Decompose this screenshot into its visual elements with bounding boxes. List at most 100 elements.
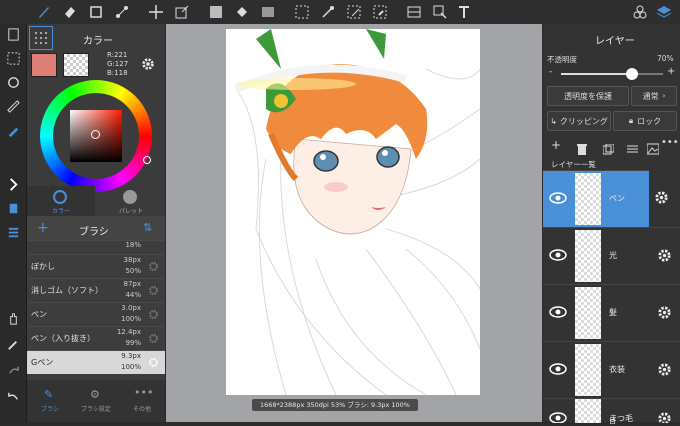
layer-settings-gear-icon[interactable] [657, 411, 672, 423]
brush-gear-icon[interactable] [148, 309, 159, 320]
layer-image-icon[interactable] [646, 140, 660, 155]
visibility-eye-icon[interactable] [549, 191, 567, 205]
fill-color-icon[interactable] [206, 2, 226, 22]
brush-row[interactable]: 消しゴム（ソフト） 87px 44% [27, 278, 165, 302]
rgb-green: G:127 [107, 60, 129, 68]
opacity-slider-knob[interactable] [626, 68, 639, 80]
layer-thumbnail [575, 173, 601, 225]
duplicate-layer-icon[interactable] [602, 140, 615, 155]
brush-partial-opacity: 18% [125, 241, 141, 249]
rotate-icon[interactable] [3, 72, 23, 92]
layer-row[interactable]: 髪 [543, 284, 680, 341]
layer-settings-gear-icon[interactable] [657, 248, 672, 263]
select-all-icon[interactable] [3, 48, 23, 68]
layer-settings-gear-icon[interactable] [657, 305, 672, 320]
materials-icon[interactable] [630, 2, 650, 22]
frame-divide-icon[interactable] [404, 2, 424, 22]
select-pen-icon[interactable] [344, 2, 364, 22]
visibility-eye-icon[interactable] [549, 362, 567, 376]
opacity-slider[interactable] [561, 68, 663, 80]
brush-settings-label: ブラシ設定 [81, 406, 111, 413]
tab-other[interactable]: ••• その他 [119, 382, 165, 420]
layer-row[interactable]: 光 [543, 227, 680, 284]
merge-layer-icon[interactable] [627, 140, 638, 153]
layer-panel-title: レイヤー [595, 36, 635, 47]
brush-row-selected[interactable]: Gペン 9.3px 100% [27, 350, 165, 374]
hand-tool-icon[interactable] [3, 308, 23, 328]
color-panel-title: カラー [83, 36, 113, 47]
layers-toggle-icon[interactable] [654, 2, 674, 22]
brush-size: 38px [123, 256, 142, 264]
lock-button[interactable]: 🔒︎ ロック [613, 111, 677, 131]
select-tool-icon[interactable] [292, 2, 312, 22]
main-color-swatch[interactable] [31, 53, 57, 77]
delete-layer-icon[interactable] [577, 140, 587, 155]
layer-settings-gear-icon[interactable] [657, 362, 672, 377]
opacity-value: 70% [657, 54, 674, 63]
sub-color-swatch[interactable] [63, 53, 89, 77]
color-picker-cursor[interactable] [91, 130, 100, 139]
redo-icon[interactable] [3, 360, 23, 380]
protect-alpha-button[interactable]: 透明度を保護 [547, 86, 629, 106]
add-brush-icon[interactable]: + [37, 220, 49, 236]
hue-cursor[interactable] [143, 156, 151, 164]
brush-row[interactable]: ぼかし 38px 50% [27, 254, 165, 278]
layer-row[interactable]: 衣装 [543, 341, 680, 398]
eraser-tool-icon[interactable] [60, 2, 80, 22]
hue-ring[interactable] [40, 80, 152, 192]
brush-gear-icon[interactable] [148, 285, 159, 296]
panel-grid-icon[interactable] [29, 26, 53, 50]
layer-settings-gear-icon[interactable] [654, 190, 669, 205]
brush-panel-header: + ブラシ ⇅ [27, 216, 165, 240]
tab-palette[interactable]: パレット [97, 186, 165, 216]
brush-panel-icon[interactable] [3, 198, 23, 218]
brush-opacity: 100% [120, 315, 141, 323]
brush-name: ペン（入り抜き） [31, 334, 95, 343]
artboard[interactable] [226, 29, 480, 395]
object-select-icon[interactable] [430, 2, 450, 22]
layers-list-icon[interactable] [3, 24, 23, 44]
layer-panel-icon[interactable] [3, 222, 23, 242]
pen-pressure-icon[interactable] [3, 120, 23, 140]
brush-row-partial[interactable]: 18% [27, 240, 165, 251]
tab-brush-settings[interactable]: ⚙ ブラシ設定 [73, 382, 119, 420]
magic-wand-icon[interactable] [318, 2, 338, 22]
tab-color[interactable]: カラー [27, 186, 95, 216]
sort-brush-icon[interactable]: ⇅ [143, 221, 152, 234]
brush-row[interactable]: ペン（入り抜き） 12.4px 99% [27, 326, 165, 350]
color-settings-gear-icon[interactable] [141, 56, 155, 70]
brush-gear-icon[interactable] [148, 333, 159, 344]
eyedropper-icon[interactable] [3, 334, 23, 354]
brush-tab-icon: ✎ [44, 388, 54, 401]
tab-brush[interactable]: ✎ ブラシ [27, 382, 73, 420]
select-eraser-icon[interactable] [370, 2, 390, 22]
brush-gear-icon[interactable] [148, 357, 159, 368]
shape-tool-icon[interactable] [86, 2, 106, 22]
visibility-eye-icon[interactable] [549, 305, 567, 319]
gradient-tool-icon[interactable] [258, 2, 278, 22]
opacity-minus-button[interactable]: - [549, 67, 552, 77]
layer-more-icon[interactable]: ••• [661, 137, 679, 148]
visibility-eye-icon[interactable] [549, 248, 567, 262]
brush-size: 9.3px [121, 352, 141, 360]
opacity-plus-button[interactable]: + [667, 66, 675, 77]
transform-tool-icon[interactable] [172, 2, 192, 22]
brush-tool-icon[interactable] [34, 2, 54, 22]
brush-gear-icon[interactable] [148, 261, 159, 272]
text-tool-icon[interactable] [454, 2, 474, 22]
layer-row-selected[interactable]: ペン [543, 170, 649, 227]
clipping-button[interactable]: ↳ クリッピング [547, 111, 611, 131]
move-tool-icon[interactable] [146, 2, 166, 22]
ruler-icon[interactable] [3, 96, 23, 116]
collapse-panel-icon[interactable] [3, 174, 23, 194]
visibility-eye-icon[interactable] [549, 411, 567, 423]
bucket-tool-icon[interactable] [232, 2, 252, 22]
brush-opacity: 99% [125, 339, 141, 347]
add-layer-icon[interactable]: + [551, 138, 561, 152]
undo-icon[interactable] [3, 386, 23, 406]
brush-row[interactable]: ペン 3.0px 100% [27, 302, 165, 326]
curve-tool-icon[interactable] [112, 2, 132, 22]
layer-name: 衣装 [609, 365, 625, 374]
blend-mode-button[interactable]: 通常 › [631, 86, 677, 106]
lock-icon: 🔒︎ [628, 116, 634, 125]
